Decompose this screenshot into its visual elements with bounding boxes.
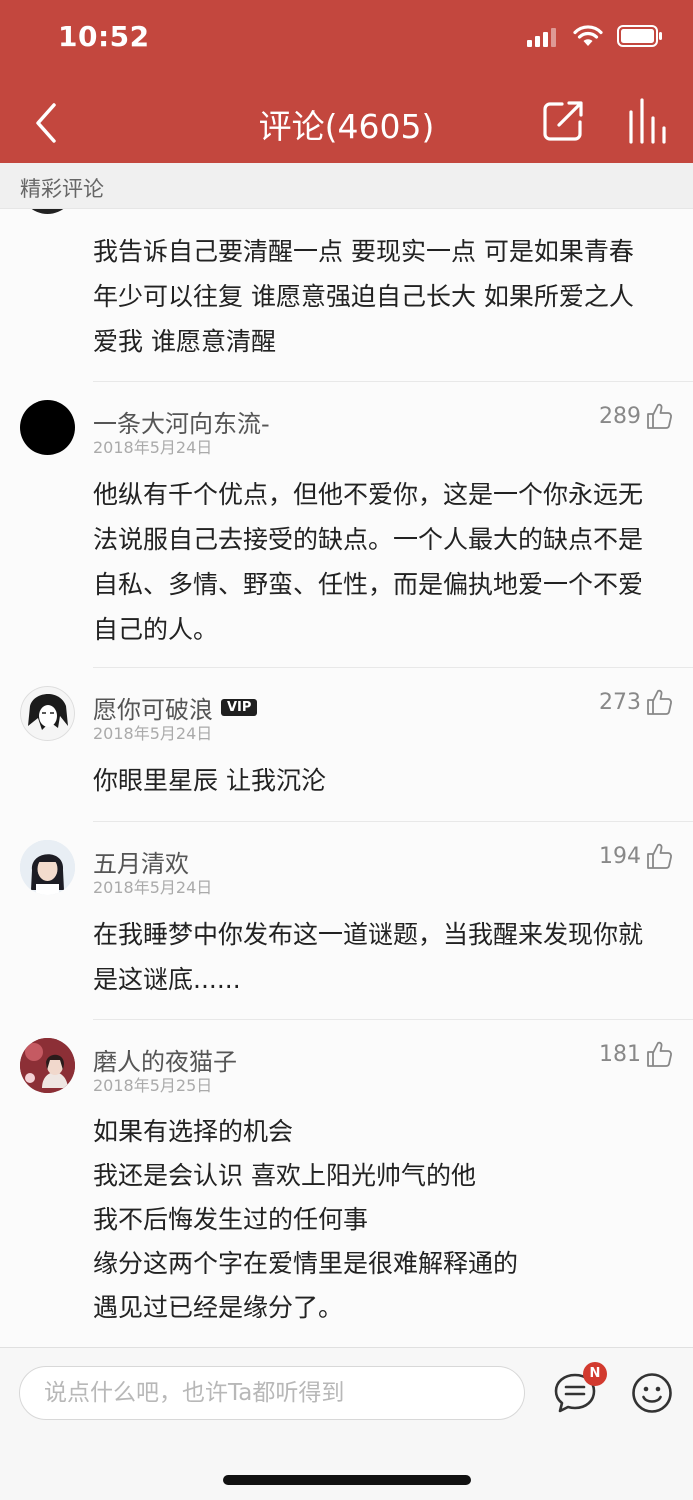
comment-line: 如果有选择的机会: [93, 1117, 294, 1146]
avatar-photo: [20, 1038, 75, 1093]
page-title: 评论(4605): [258, 107, 435, 146]
like-count: 194: [599, 843, 641, 869]
comment-line: 我不后悔发生过的任何事: [93, 1205, 369, 1234]
avatar-photo: [20, 840, 75, 895]
comment-input-container[interactable]: [19, 1366, 525, 1420]
section-header: 精彩评论: [0, 163, 693, 209]
like-count: 181: [599, 1041, 641, 1067]
comment-body: 在我睡梦中你发布这一道谜题，当我醒来发现你就 是这谜底......: [93, 912, 673, 1002]
comment-line: 遇见过已经是缘分了。: [93, 1293, 344, 1322]
comment-line: 是这谜底......: [93, 965, 241, 994]
comment-line: 我告诉自己要清醒一点 要现实一点 可是如果青春: [93, 237, 634, 266]
comment-input-bar: N: [0, 1347, 693, 1500]
divider: [93, 381, 693, 382]
cellular-signal-icon: [527, 28, 556, 47]
avatar[interactable]: [20, 400, 75, 455]
like-count: 289: [599, 403, 641, 429]
thumbs-up-icon: [647, 1041, 672, 1067]
comment-date: 2018年5月25日: [93, 1076, 213, 1095]
comment-line: 法说服自己去接受的缺点。一个人最大的缺点不是: [93, 525, 644, 554]
comment-line: 在我睡梦中你发布这一道谜题，当我醒来发现你就: [93, 920, 644, 949]
comment-input[interactable]: [20, 1367, 524, 1419]
thumbs-up-icon: [647, 403, 672, 429]
comment-line: 你眼里星辰 让我沉沦: [93, 766, 326, 795]
avatar[interactable]: [20, 209, 75, 214]
like-button[interactable]: 194: [599, 842, 673, 870]
divider: [93, 821, 693, 822]
divider: [93, 667, 693, 668]
avatar[interactable]: [20, 1038, 75, 1093]
like-count: 273: [599, 689, 641, 715]
wifi-icon: [573, 25, 603, 46]
comment-line: 他纵有千个优点，但他不爱你，这是一个你永远无: [93, 480, 644, 509]
comment-line: 缘分这两个字在爱情里是很难解释通的: [93, 1249, 519, 1278]
comment-line: 自私、多情、野蛮、任性，而是偏执地爱一个不爱: [93, 570, 644, 599]
notification-badge: N: [583, 1362, 607, 1386]
comment-body: 如果有选择的机会 我还是会认识 喜欢上阳光帅气的他 我不后悔发生过的任何事 缘分…: [93, 1110, 673, 1330]
avatar-illustration: [20, 686, 75, 741]
share-button[interactable]: [542, 98, 586, 144]
comment-line: 年少可以往复 谁愿意强迫自己长大 如果所爱之人: [93, 282, 634, 311]
section-label: 精彩评论: [20, 177, 104, 201]
comment-line: 我还是会认识 喜欢上阳光帅气的他: [93, 1161, 476, 1190]
comment-line: 爱我 谁愿意清醒: [93, 327, 276, 356]
comment-date: 2018年5月24日: [93, 438, 213, 457]
divider: [93, 1019, 693, 1020]
thumbs-up-icon: [647, 689, 672, 715]
vip-badge: VIP: [221, 699, 258, 716]
comment-date: 2018年5月24日: [93, 724, 213, 743]
status-icons: [527, 25, 663, 47]
comment-list[interactable]: 我告诉自己要清醒一点 要现实一点 可是如果青春 年少可以往复 谁愿意强迫自己长大…: [0, 209, 693, 1347]
home-indicator[interactable]: [223, 1475, 471, 1485]
like-button[interactable]: 181: [599, 1040, 673, 1068]
comment-body: 他纵有千个优点，但他不爱你，这是一个你永远无 法说服自己去接受的缺点。一个人最大…: [93, 472, 673, 652]
stats-button[interactable]: [625, 98, 671, 146]
thumbs-up-icon: [647, 843, 672, 869]
emoji-button[interactable]: [631, 1372, 673, 1414]
avatar[interactable]: [20, 840, 75, 895]
like-button[interactable]: 289: [599, 402, 673, 430]
status-time: 10:52: [58, 20, 150, 53]
comment-date: 2018年5月24日: [93, 878, 213, 897]
battery-icon: [617, 25, 662, 47]
comment-line: 自己的人。: [93, 615, 219, 644]
nav-bar: 评论(4605): [0, 80, 693, 163]
status-bar: 10:52: [0, 0, 693, 80]
comment-body: 我告诉自己要清醒一点 要现实一点 可是如果青春 年少可以往复 谁愿意强迫自己长大…: [93, 229, 673, 364]
comment-body: 你眼里星辰 让我沉沦: [93, 758, 673, 803]
avatar[interactable]: [20, 686, 75, 741]
like-button[interactable]: 273: [599, 688, 673, 716]
